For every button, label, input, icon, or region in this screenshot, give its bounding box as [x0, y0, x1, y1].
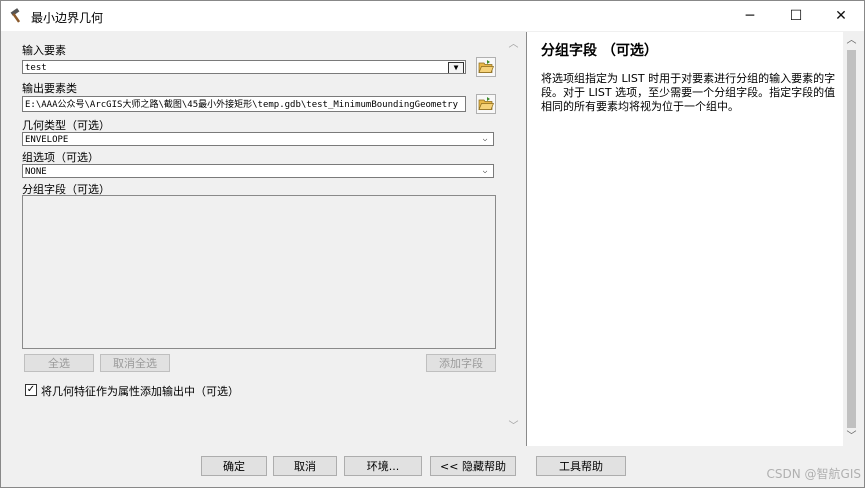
cancel-button[interactable]: 取消 [273, 456, 337, 476]
maximize-button[interactable]: ☐ [773, 1, 819, 31]
ok-button[interactable]: 确定 [201, 456, 267, 476]
group-option-combo[interactable]: NONE ⌵ [22, 164, 494, 178]
scroll-up-icon[interactable]: ︿ [505, 36, 522, 53]
dialog-window: 最小边界几何 ─ ☐ ✕ 输入要素 test ▼ 输出要素类 E:\AAA公众号… [0, 0, 865, 488]
help-scrollbar[interactable]: ︿ ﹀ [843, 32, 860, 446]
chevron-down-icon[interactable]: ⌵ [478, 165, 492, 177]
output-feature-class-label: 输出要素类 [22, 82, 77, 95]
browse-input-button[interactable] [476, 57, 496, 77]
scroll-down-icon[interactable]: ﹀ [843, 428, 860, 445]
scroll-up-icon[interactable]: ︿ [843, 32, 860, 49]
watermark: CSDN @智航GIS [766, 467, 861, 481]
title-bar: 最小边界几何 ─ ☐ ✕ [1, 1, 864, 31]
scrollbar-thumb[interactable] [847, 50, 856, 428]
chevron-down-icon[interactable]: ▼ [448, 62, 464, 73]
deselect-all-button[interactable]: 取消全选 [100, 354, 170, 372]
folder-open-icon [478, 97, 495, 110]
folder-open-icon [478, 60, 495, 73]
add-field-button[interactable]: 添加字段 [426, 354, 496, 372]
geometry-type-combo[interactable]: ENVELOPE ⌵ [22, 132, 494, 146]
geometry-type-label: 几何类型（可选） [22, 119, 110, 132]
scroll-down-icon[interactable]: ﹀ [505, 418, 522, 435]
close-button[interactable]: ✕ [818, 1, 864, 31]
input-features-value: test [25, 63, 47, 73]
input-features-combo[interactable]: test ▼ [22, 60, 466, 74]
input-features-label: 输入要素 [22, 44, 66, 57]
add-geometry-label: 将几何特征作为属性添加输出中（可选） [41, 385, 239, 398]
group-option-value: NONE [25, 167, 47, 177]
group-field-list[interactable] [22, 195, 496, 349]
select-all-button[interactable]: 全选 [24, 354, 94, 372]
browse-output-button[interactable] [476, 94, 496, 114]
add-geometry-checkbox[interactable]: ✓ [25, 384, 37, 396]
window-title: 最小边界几何 [31, 11, 104, 25]
hide-help-button[interactable]: << 隐藏帮助 [430, 456, 516, 476]
left-scrollbar[interactable]: ︿ ﹀ [505, 32, 522, 446]
help-title: 分组字段 （可选） [541, 43, 658, 59]
chevron-down-icon[interactable]: ⌵ [478, 133, 492, 145]
help-panel: 分组字段 （可选） 将选项组指定为 LIST 时用于对要素进行分组的输入要素的字… [526, 32, 860, 446]
output-feature-class-input[interactable]: E:\AAA公众号\ArcGIS大师之路\截图\45最小外接矩形\temp.gd… [22, 96, 466, 112]
hammer-icon [10, 8, 21, 23]
tool-help-button[interactable]: 工具帮助 [536, 456, 626, 476]
help-body: 将选项组指定为 LIST 时用于对要素进行分组的输入要素的字段。对于 LIST … [541, 72, 836, 113]
group-option-label: 组选项（可选） [22, 151, 99, 164]
minimize-button[interactable]: ─ [727, 1, 773, 31]
geometry-type-value: ENVELOPE [25, 135, 69, 145]
environments-button[interactable]: 环境... [344, 456, 422, 476]
parameters-panel: 输入要素 test ▼ 输出要素类 E:\AAA公众号\ArcGIS大师之路\截… [5, 32, 522, 446]
